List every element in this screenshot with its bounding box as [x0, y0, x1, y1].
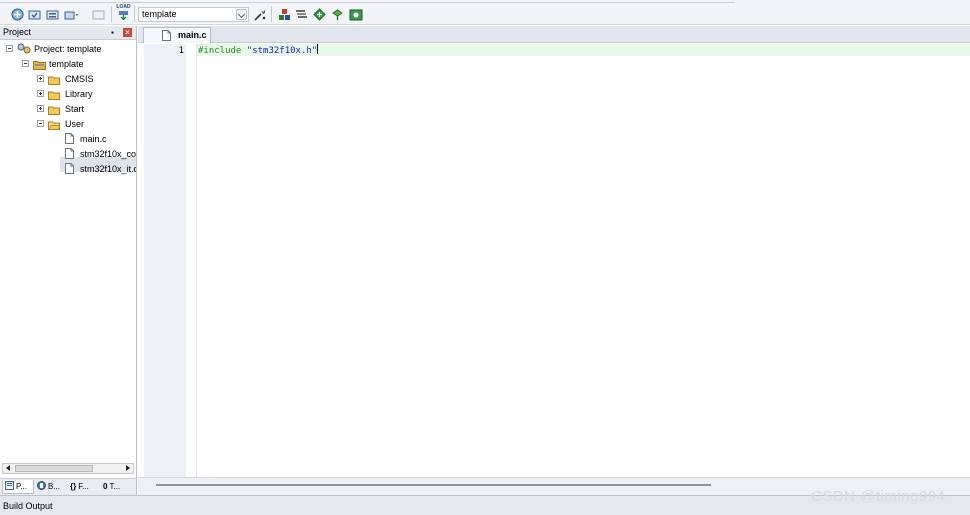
c-file-icon: [65, 163, 74, 174]
build-icon[interactable]: [27, 7, 42, 22]
project-panel-header: Project ▪ ×: [0, 26, 136, 40]
collapse-icon[interactable]: [37, 120, 44, 127]
toolbar: LOAD template: [0, 0, 970, 25]
tree-file[interactable]: stm32f10x_conf.h: [0, 147, 136, 161]
tree-group-label: CMSIS: [65, 74, 94, 84]
functions-tab-icon: {}: [70, 482, 77, 491]
tree-file[interactable]: stm32f10x_it.c: [0, 162, 136, 176]
tree-group[interactable]: User: [0, 117, 136, 131]
select-packs-icon[interactable]: [294, 7, 309, 22]
editor-tab-strip: main.c: [138, 26, 970, 43]
templates-tab-icon: 0: [103, 482, 108, 491]
rebuild-icon[interactable]: [45, 7, 60, 22]
build-output-label: Build Output: [3, 501, 53, 511]
project-bottom-tabs: P... B... {} F... 0 T...: [0, 478, 136, 495]
tree-group[interactable]: Start: [0, 102, 136, 116]
folder-icon: [48, 90, 60, 100]
c-file-icon: [162, 30, 171, 41]
translate-icon[interactable]: [10, 7, 25, 22]
target-options-icon[interactable]: [252, 7, 267, 22]
tree-target-label: template: [49, 59, 84, 69]
folder-icon: [48, 75, 60, 85]
h-file-icon: [65, 148, 74, 159]
tab-templates[interactable]: 0 T...: [101, 480, 133, 494]
project-panel-title: Project: [3, 27, 32, 37]
expand-icon[interactable]: [37, 90, 44, 97]
menu-bar-edge: [0, 0, 735, 3]
tab-project-label: P...: [16, 482, 27, 491]
tab-functions[interactable]: {} F...: [68, 480, 100, 494]
project-panel: Project ▪ × Project: template template C…: [0, 26, 137, 495]
open-folder-icon: [48, 120, 61, 130]
c-file-icon: [65, 133, 74, 144]
toolbar-separator: [271, 6, 272, 22]
download-icon[interactable]: LOAD: [116, 5, 131, 20]
tree-target[interactable]: template: [0, 57, 136, 71]
tab-functions-label: F...: [78, 482, 89, 491]
code-line[interactable]: #include "stm32f10x.h": [198, 44, 319, 56]
toolbar-separator: [134, 6, 135, 22]
tree-group-label: User: [65, 119, 85, 129]
tab-main-label: main.c: [178, 30, 207, 40]
tree-group[interactable]: CMSIS: [0, 72, 136, 86]
manage-run-time-icon[interactable]: [330, 7, 345, 22]
scroll-left-icon[interactable]: [6, 465, 10, 471]
close-icon[interactable]: ×: [123, 28, 132, 37]
scroll-right-icon[interactable]: [126, 465, 130, 471]
tab-main-c[interactable]: main.c: [143, 27, 211, 43]
tab-project[interactable]: P...: [2, 480, 34, 494]
books-tab-icon: [37, 481, 46, 490]
chevron-down-icon[interactable]: [236, 9, 247, 20]
tree-group-label: Library: [65, 89, 93, 99]
expand-icon[interactable]: [37, 75, 44, 82]
target-folder-icon: [33, 60, 46, 70]
editor-horizontal-scrollbar[interactable]: [156, 484, 711, 486]
tree-group[interactable]: Library: [0, 87, 136, 101]
folder-icon: [48, 105, 60, 115]
target-select-value: template: [142, 9, 177, 19]
scrollbar-thumb[interactable]: [15, 465, 93, 472]
batch-build-icon[interactable]: [64, 7, 79, 22]
manage-components-icon[interactable]: [277, 7, 292, 22]
pin-icon[interactable]: ▪: [111, 28, 120, 37]
tree-root-label: Project: template: [34, 44, 102, 54]
text-caret: [317, 44, 319, 54]
editor-area: main.c 1 #include "stm32f10x.h": [138, 26, 970, 495]
tree-file[interactable]: main.c: [0, 132, 136, 146]
pack-installer-icon[interactable]: [312, 7, 327, 22]
tree-file-label: main.c: [80, 134, 107, 144]
toolbar-separator: [111, 6, 112, 22]
code-string: "stm32f10x.h": [246, 46, 318, 56]
collapse-icon[interactable]: [6, 45, 13, 52]
watermark: CSDN @timing994: [811, 488, 946, 505]
tree-group-label: Start: [65, 104, 85, 114]
target-select[interactable]: template: [138, 7, 249, 22]
line-number: 1: [178, 46, 184, 56]
project-tab-icon: [5, 481, 14, 490]
diamond-icon[interactable]: [348, 7, 363, 22]
line-number-gutter: 1: [144, 44, 186, 477]
collapse-icon[interactable]: [22, 60, 29, 67]
code-keyword: #include: [198, 46, 242, 56]
project-horizontal-scrollbar[interactable]: [2, 463, 134, 474]
tree-file-label: stm32f10x_conf.h: [80, 149, 136, 159]
tree-file-label: stm32f10x_it.c: [80, 164, 136, 174]
tab-books-label: B...: [48, 482, 61, 491]
stop-build-icon[interactable]: [91, 7, 106, 22]
tab-templates-label: T...: [109, 482, 121, 491]
tree-root-project[interactable]: Project: template: [0, 42, 136, 56]
expand-icon[interactable]: [37, 105, 44, 112]
tab-books[interactable]: B...: [35, 480, 67, 494]
marker-strip[interactable]: [186, 44, 197, 477]
